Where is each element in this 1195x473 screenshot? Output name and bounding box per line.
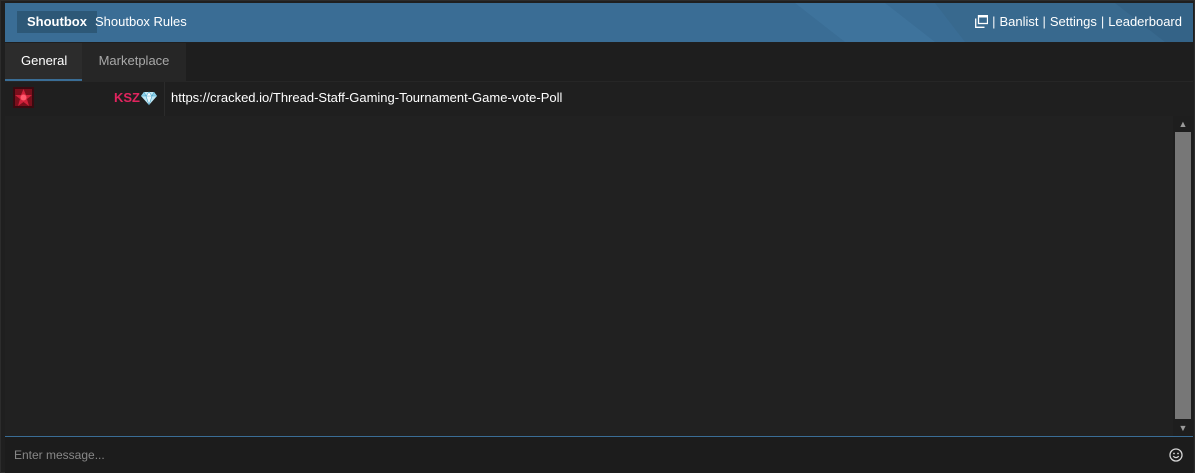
message-input-bar [5, 436, 1193, 473]
message-row: KSZ https://cracked.io/Thread-Staff-Gami… [5, 81, 1193, 117]
chat-scrollbar[interactable]: ▲ ▼ [1173, 116, 1193, 436]
chat-messages-area [5, 116, 1173, 436]
tab-marketplace[interactable]: Marketplace [82, 43, 186, 81]
tab-general[interactable]: General [5, 43, 82, 81]
diamond-icon [141, 91, 157, 106]
leaderboard-link[interactable]: Leaderboard [1108, 11, 1182, 33]
scrollbar-thumb[interactable] [1175, 132, 1191, 419]
banlist-link[interactable]: Banlist [999, 11, 1038, 33]
shoutbox-rules-link[interactable]: Shoutbox Rules [95, 11, 187, 33]
channel-tabs: General Marketplace [5, 43, 1193, 81]
message-user-cell: KSZ [5, 82, 165, 116]
username[interactable]: KSZ [114, 90, 140, 105]
popout-window-icon[interactable] [975, 14, 989, 28]
link-separator: | [1042, 14, 1046, 29]
shoutbox-panel: Shoutbox Shoutbox Rules | Banlist | Sett… [0, 0, 1195, 473]
shoutbox-header: Shoutbox Shoutbox Rules | Banlist | Sett… [5, 3, 1193, 42]
message-text[interactable]: https://cracked.io/Thread-Staff-Gaming-T… [171, 90, 562, 105]
user-avatar[interactable] [13, 87, 34, 108]
settings-link[interactable]: Settings [1050, 11, 1097, 33]
header-links: | Banlist | Settings | Leaderboard [975, 11, 1182, 33]
scroll-down-icon[interactable]: ▼ [1173, 420, 1193, 436]
smiley-icon[interactable] [1169, 448, 1183, 462]
link-separator: | [992, 14, 996, 29]
link-separator: | [1100, 14, 1105, 29]
message-input[interactable] [5, 437, 1155, 473]
scroll-up-icon[interactable]: ▲ [1173, 116, 1193, 132]
shoutbox-title: Shoutbox [17, 11, 97, 33]
